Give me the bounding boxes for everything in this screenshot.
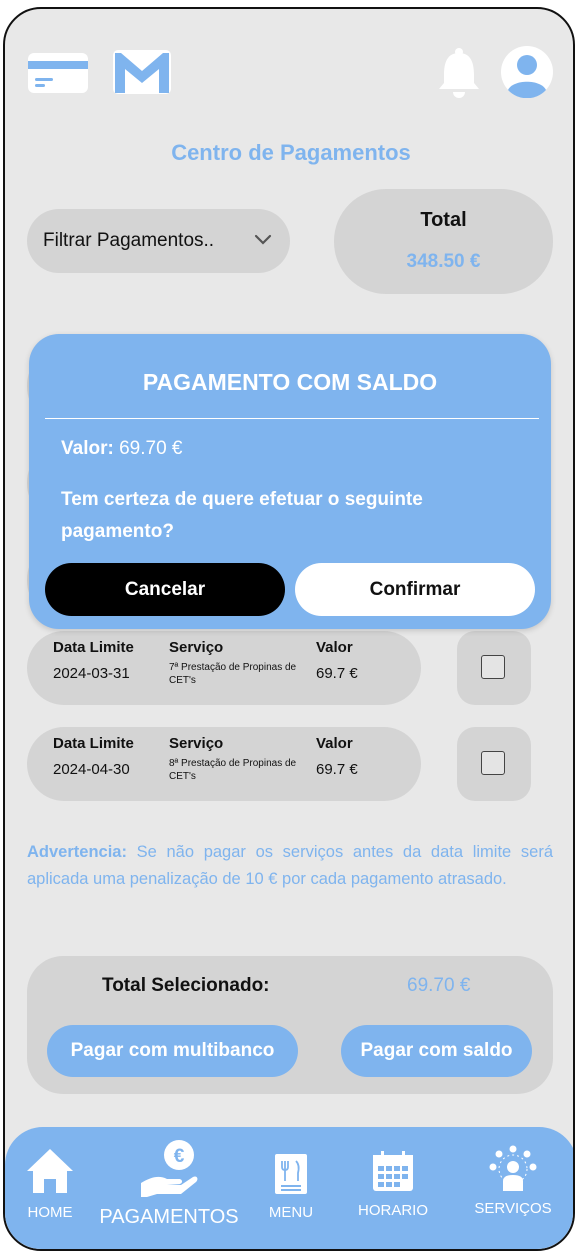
calendar-icon xyxy=(371,1151,415,1197)
service-value: 7ª Prestação de Propinas de CET's xyxy=(169,662,297,686)
value-label: Valor xyxy=(316,639,353,656)
date-label: Data Limite xyxy=(53,639,134,656)
nav-payments-label: PAGAMENTOS xyxy=(99,1206,239,1228)
bell-icon[interactable] xyxy=(437,47,481,99)
bottom-nav: HOME € PAGAMENTOS MENU HORARIO SERVIÇOS xyxy=(5,1127,573,1249)
total-box: Total 348.50 € xyxy=(334,189,553,294)
payment-row[interactable]: Data Limite 2024-03-31 Serviço 7ª Presta… xyxy=(27,631,421,705)
summary-panel: Total Selecionado: 69.70 € Pagar com mul… xyxy=(27,956,553,1094)
pay-saldo-button[interactable]: Pagar com saldo xyxy=(341,1025,532,1077)
nav-payments[interactable]: € PAGAMENTOS xyxy=(99,1137,239,1229)
total-value: 348.50 € xyxy=(406,251,481,272)
services-icon xyxy=(489,1145,537,1197)
mail-icon[interactable] xyxy=(111,47,173,97)
nav-services-label: SERVIÇOS xyxy=(474,1200,552,1217)
svg-text:€: € xyxy=(174,1146,185,1167)
warning-text: Advertencia: Se não pagar os serviços an… xyxy=(27,839,553,893)
chevron-down-icon xyxy=(254,233,272,251)
nav-schedule-label: HORARIO xyxy=(357,1202,428,1219)
warning-label: Advertencia: xyxy=(27,843,127,861)
avatar-icon[interactable] xyxy=(501,46,553,99)
modal-title: PAGAMENTO COM SALDO xyxy=(142,369,438,395)
nav-menu[interactable]: MENU xyxy=(261,1153,321,1221)
filter-dropdown[interactable]: Filtrar Pagamentos.. xyxy=(27,209,290,273)
nav-home[interactable]: HOME xyxy=(21,1147,79,1221)
page-title: Centro de Pagamentos xyxy=(171,140,411,165)
confirm-button[interactable]: Confirmar xyxy=(295,563,535,616)
payment-checkbox[interactable] xyxy=(481,655,505,679)
modal-value-amount: 69.70 € xyxy=(119,438,183,459)
payment-modal: PAGAMENTO COM SALDO Valor: 69.70 € Tem c… xyxy=(29,334,551,629)
date-value: 2024-04-30 xyxy=(53,761,130,778)
phone-frame: Centro de Pagamentos Filtrar Pagamentos.… xyxy=(3,7,575,1251)
date-value: 2024-03-31 xyxy=(53,665,130,682)
nav-home-label: HOME xyxy=(27,1204,73,1221)
nav-services[interactable]: SERVIÇOS xyxy=(467,1145,559,1217)
modal-value: Valor: 69.70 € xyxy=(61,438,183,460)
value-amount: 69.7 € xyxy=(316,665,358,682)
checkbox-container xyxy=(457,631,531,705)
service-label: Serviço xyxy=(169,735,224,752)
menu-icon xyxy=(274,1154,308,1199)
checkbox-container xyxy=(457,727,531,801)
date-label: Data Limite xyxy=(53,735,134,752)
modal-question: Tem certeza de quere efetuar o seguinte … xyxy=(61,489,423,542)
value-amount: 69.7 € xyxy=(316,761,358,778)
nav-schedule[interactable]: HORARIO xyxy=(351,1149,435,1219)
service-value: 8ª Prestação de Propinas de CET's xyxy=(169,758,297,782)
selected-total-label: Total Selecionado: xyxy=(102,975,270,996)
cancel-button[interactable]: Cancelar xyxy=(45,563,285,616)
selected-total-value: 69.70 € xyxy=(407,975,471,996)
payments-icon: € xyxy=(137,1140,201,1203)
total-label: Total xyxy=(420,209,467,231)
card-icon[interactable] xyxy=(27,51,89,95)
nav-menu-label: MENU xyxy=(268,1204,314,1221)
modal-value-label: Valor: xyxy=(61,438,114,459)
service-label: Serviço xyxy=(169,639,224,656)
pay-multibanco-button[interactable]: Pagar com multibanco xyxy=(47,1025,298,1077)
modal-divider xyxy=(45,418,539,419)
home-icon xyxy=(25,1149,75,1199)
filter-label: Filtrar Pagamentos.. xyxy=(43,230,215,251)
payment-row[interactable]: Data Limite 2024-04-30 Serviço 8ª Presta… xyxy=(27,727,421,801)
value-label: Valor xyxy=(316,735,353,752)
payment-checkbox[interactable] xyxy=(481,751,505,775)
